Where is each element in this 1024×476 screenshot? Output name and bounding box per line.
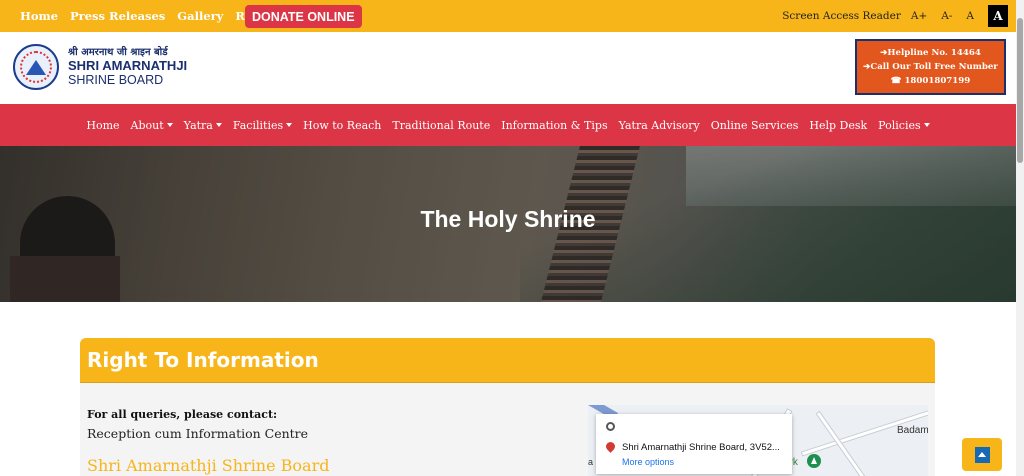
donate-online-button[interactable]: DONATE ONLINE xyxy=(245,5,362,28)
high-contrast-button[interactable]: A xyxy=(988,5,1008,27)
top-link-gallery[interactable]: Gallery xyxy=(177,9,223,23)
font-decrease-button[interactable]: A- xyxy=(941,10,952,22)
arrow-up-icon xyxy=(974,446,990,463)
page-scrollbar[interactable] xyxy=(1016,0,1024,476)
back-to-top-button[interactable] xyxy=(962,438,1002,471)
toll-free-label: ➔Call Our Toll Free Number xyxy=(863,62,998,72)
top-link-press-releases[interactable]: Press Releases xyxy=(70,9,165,23)
reception-centre: Reception cum Information Centre xyxy=(87,426,309,441)
chevron-down-icon xyxy=(923,123,930,127)
nav-item-home[interactable]: Home xyxy=(86,119,119,132)
chevron-down-icon xyxy=(166,123,173,127)
nav-item-information-tips[interactable]: Information & Tips xyxy=(501,119,607,132)
top-utility-bar: Home Press Releases Gallery RTI DONATE O… xyxy=(0,0,1016,32)
nav-item-online-services[interactable]: Online Services xyxy=(711,119,799,132)
nav-label: Yatra xyxy=(183,118,213,132)
main-navigation: Home About Yatra Facilities How to Reach… xyxy=(0,104,1016,146)
toll-free-number: ☎ 18001807199 xyxy=(890,76,971,86)
contact-label: For all queries, please contact: xyxy=(87,408,278,421)
nav-label: Online Services xyxy=(710,118,799,132)
board-name: Shri Amarnathji Shrine Board xyxy=(87,456,330,475)
font-increase-button[interactable]: A+ xyxy=(911,10,927,22)
map-place-popup: Shri Amarnathji Shrine Board, 3V52... Mo… xyxy=(596,414,792,474)
nav-item-yatra[interactable]: Yatra xyxy=(184,119,222,132)
location-pin-icon xyxy=(604,440,617,453)
logo-english-line1: SHRI AMARNATHJI xyxy=(68,58,188,73)
nav-item-about[interactable]: About xyxy=(131,119,173,132)
nav-label: Home xyxy=(86,118,120,132)
nav-item-how-to-reach[interactable]: How to Reach xyxy=(303,119,381,132)
map-more-options-link[interactable]: More options xyxy=(622,457,674,467)
accessibility-controls: Screen Access Reader A+ A- A A xyxy=(782,0,1008,32)
helpline-box: ➔Helpline No. 14464 ➔Call Our Toll Free … xyxy=(855,39,1006,95)
logo-text[interactable]: श्री अमरनाथ जी श्राइन बोर्ड SHRI AMARNAT… xyxy=(68,44,187,87)
logo-english-line2: SHRINE BOARD xyxy=(68,73,164,87)
map-place-name: Shri Amarnathji Shrine Board, 3V52... xyxy=(622,442,780,453)
nav-item-policies[interactable]: Policies xyxy=(878,118,930,132)
helpline-number: ➔Helpline No. 14464 xyxy=(880,48,981,58)
map-label-badam: Badam xyxy=(897,425,928,436)
nav-label: Policies xyxy=(878,118,921,132)
nav-label: How to Reach xyxy=(303,118,382,132)
nav-label: Help Desk xyxy=(809,118,868,132)
map-label-a: a xyxy=(588,457,594,467)
nav-item-facilities[interactable]: Facilities xyxy=(232,118,293,132)
shrine-board-logo-icon[interactable] xyxy=(13,44,59,90)
nav-label: Yatra Advisory xyxy=(618,118,700,132)
screen-access-reader-link[interactable]: Screen Access Reader xyxy=(782,10,901,22)
chevron-down-icon xyxy=(286,123,293,127)
nav-label: Traditional Route xyxy=(392,118,491,132)
rti-card-header: Right To Information xyxy=(80,338,935,383)
park-marker-icon[interactable] xyxy=(807,454,821,468)
hero-banner: The Holy Shrine xyxy=(0,146,1016,302)
section-title: Right To Information xyxy=(87,348,319,372)
origin-circle-icon xyxy=(606,422,615,431)
nav-item-yatra-advisory[interactable]: Yatra Advisory xyxy=(619,119,700,132)
font-normal-button[interactable]: A xyxy=(966,10,974,22)
nav-item-traditional-route[interactable]: Traditional Route xyxy=(392,119,490,132)
arrow-up-glyph xyxy=(978,452,986,457)
top-links: Home Press Releases Gallery RTI xyxy=(20,0,271,32)
logo-mountain xyxy=(26,60,46,75)
scrollbar-thumb[interactable] xyxy=(1017,18,1023,163)
chevron-down-icon xyxy=(215,123,222,127)
top-link-home[interactable]: Home xyxy=(20,9,58,23)
logo-hindi-title: श्री अमरनाथ जी श्राइन बोर्ड xyxy=(68,47,168,58)
site-header: श्री अमरनाथ जी श्राइन बोर्ड SHRI AMARNAT… xyxy=(0,32,1016,104)
nav-label: About xyxy=(130,118,164,132)
nav-item-help-desk[interactable]: Help Desk xyxy=(809,119,867,132)
hero-title: The Holy Shrine xyxy=(420,206,596,232)
nav-label: Facilities xyxy=(232,118,284,132)
nav-label: Information & Tips xyxy=(501,118,608,132)
